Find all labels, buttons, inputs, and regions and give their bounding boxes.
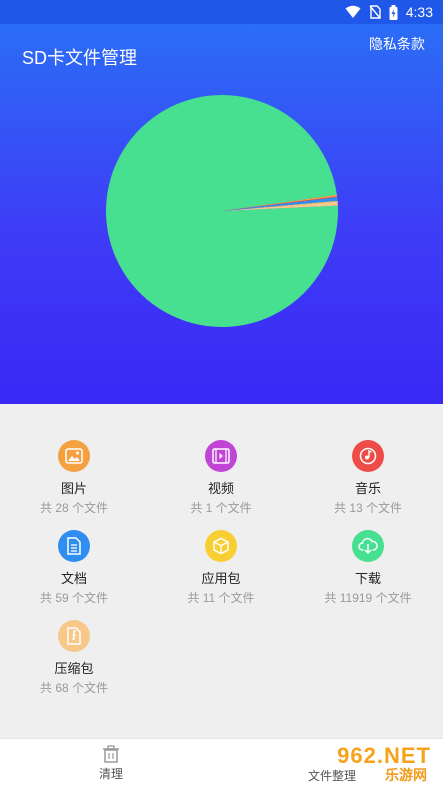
watermark-subtext: 乐游网 <box>385 767 427 783</box>
category-name: 视频 <box>207 481 234 496</box>
package-icon <box>205 530 237 562</box>
category-count: 共 68 个文件 <box>39 681 109 695</box>
bottom-navigation: 清理 文件整理 962.NET 乐游网 <box>0 738 443 789</box>
wifi-icon <box>345 5 361 18</box>
category-count: 共 13 个文件 <box>333 501 403 515</box>
category-name: 压缩包 <box>54 661 94 676</box>
clock: 4:33 <box>405 4 433 20</box>
category-grid: 图片 共 28 个文件 视频 共 1 个文件 音乐 共 13 个文件 文档 共 … <box>0 404 443 738</box>
trash-icon <box>103 745 119 763</box>
category-name: 音乐 <box>354 481 381 496</box>
no-sim-icon <box>369 5 381 19</box>
battery-icon <box>389 4 398 20</box>
category-music[interactable]: 音乐 共 13 个文件 <box>294 440 442 516</box>
category-count: 共 1 个文件 <box>190 501 252 515</box>
pie-slice-1 <box>105 95 338 328</box>
tab-clean-label: 清理 <box>98 767 123 781</box>
download-icon <box>352 530 384 562</box>
category-videos[interactable]: 视频 共 1 个文件 <box>147 440 295 516</box>
storage-pie-chart <box>105 95 338 328</box>
category-count: 共 11 个文件 <box>187 591 255 605</box>
category-count: 共 28 个文件 <box>39 501 109 515</box>
category-documents[interactable]: 文档 共 59 个文件 <box>0 530 148 606</box>
category-count: 共 11919 个文件 <box>324 591 412 605</box>
category-packages[interactable]: 应用包 共 11 个文件 <box>147 530 295 606</box>
watermark-logo: 962.NET 乐游网 <box>307 741 437 787</box>
category-archives[interactable]: 压缩包 共 68 个文件 <box>0 620 148 696</box>
tab-clean[interactable]: 清理 <box>51 745 171 782</box>
storage-hero: SD卡文件管理 隐私条款 <box>0 24 443 404</box>
document-icon <box>58 530 90 562</box>
category-name: 应用包 <box>201 571 241 586</box>
category-name: 图片 <box>60 481 87 496</box>
zip-icon <box>58 620 90 652</box>
category-name: 下载 <box>354 571 381 586</box>
video-icon <box>205 440 237 472</box>
music-icon <box>352 440 384 472</box>
image-icon <box>58 440 90 472</box>
category-count: 共 59 个文件 <box>39 591 109 605</box>
category-downloads[interactable]: 下载 共 11919 个文件 <box>294 530 442 606</box>
category-images[interactable]: 图片 共 28 个文件 <box>0 440 148 516</box>
category-name: 文档 <box>60 571 87 586</box>
status-bar: 4:33 <box>0 0 443 24</box>
